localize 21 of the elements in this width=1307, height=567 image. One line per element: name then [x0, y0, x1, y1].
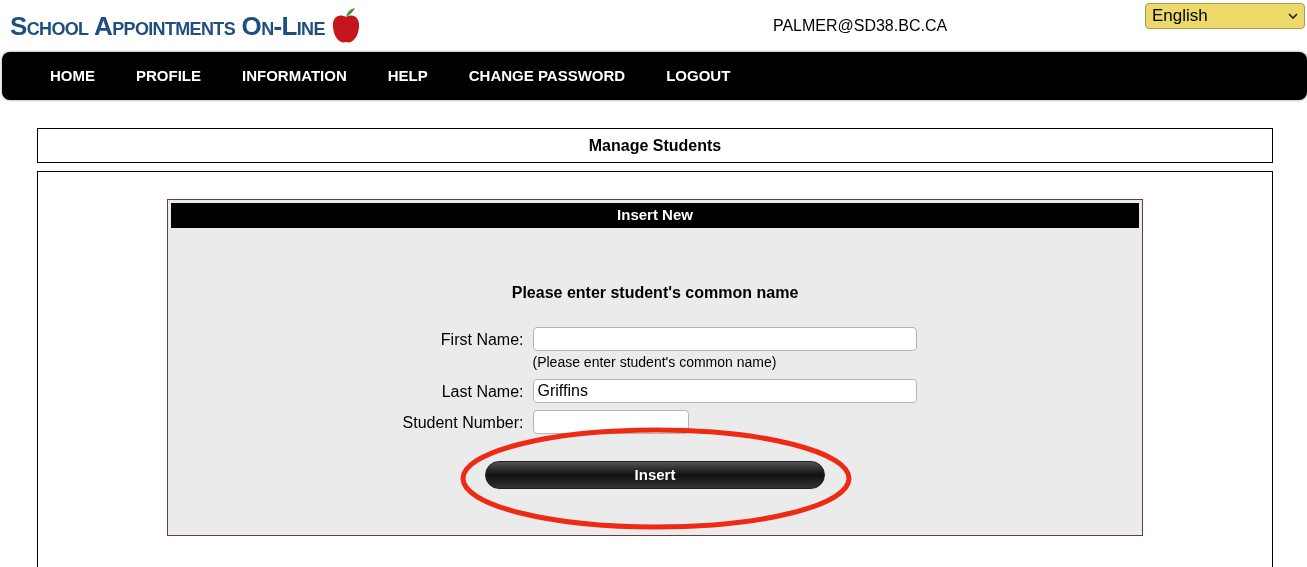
nav-link[interactable]: INFORMATION	[242, 64, 347, 88]
field-label: First Name:	[439, 330, 524, 350]
input-field[interactable]	[532, 327, 917, 351]
nav-link[interactable]: PROFILE	[136, 64, 201, 88]
chevron-down-icon	[1288, 12, 1298, 20]
nav-link[interactable]: HELP	[387, 64, 428, 88]
field-label: Student Number:	[401, 413, 524, 433]
input-field[interactable]: Griffins	[532, 379, 917, 403]
page-title: Manage Students	[588, 135, 722, 156]
nav-link[interactable]: CHANGE PASSWORD	[468, 64, 626, 88]
apple-icon	[330, 7, 361, 45]
site-logo-text: School Appointments On-Line	[10, 9, 325, 43]
nav-link[interactable]: HOME	[50, 64, 95, 88]
language-select[interactable]: English	[1145, 3, 1305, 29]
insert-button[interactable]: Insert	[485, 461, 825, 489]
user-email: PALMER@SD38.BC.CA	[771, 16, 949, 36]
panel-title: Insert New	[617, 205, 693, 226]
field-label: Last Name:	[440, 382, 524, 402]
instruction-text: Please enter student's common name	[511, 283, 799, 303]
nav-link[interactable]: LOGOUT	[666, 64, 731, 88]
field-hint: (Please enter student's common name)	[532, 353, 778, 372]
